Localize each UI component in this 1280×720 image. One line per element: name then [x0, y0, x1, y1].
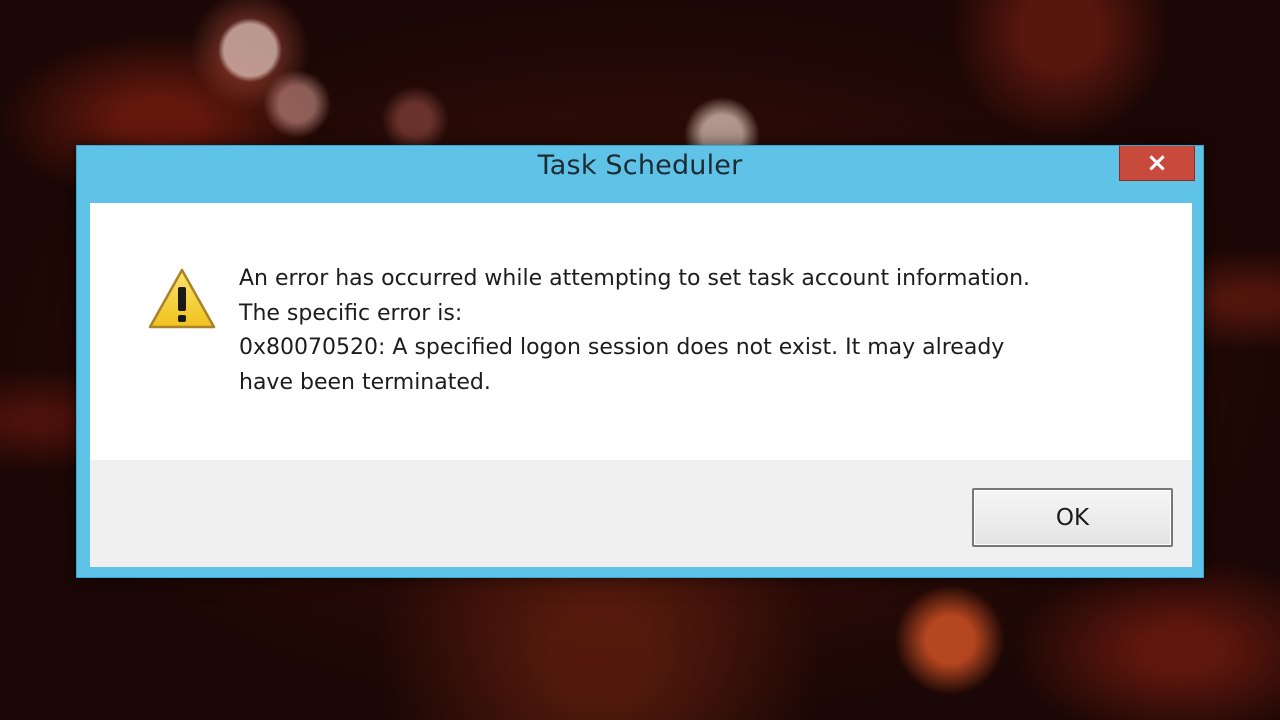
dialog-titlebar[interactable]: Task Scheduler ×: [77, 146, 1203, 202]
error-dialog: Task Scheduler × An error has occurred w…: [76, 145, 1204, 578]
dialog-client-area: An error has occurred while attempting t…: [90, 203, 1192, 567]
message-line: An error has occurred while attempting t…: [239, 266, 1031, 291]
message-line: 0x80070520: A specified logon session do…: [239, 335, 1005, 360]
dialog-title: Task Scheduler: [537, 150, 743, 181]
message-line: have been terminated.: [239, 369, 491, 395]
error-message: An error has occurred while attempting t…: [239, 262, 1159, 400]
warning-icon: [148, 268, 216, 329]
ok-button[interactable]: OK: [972, 488, 1173, 547]
dialog-footer: OK: [90, 460, 1192, 567]
dialog-content: An error has occurred while attempting t…: [90, 203, 1192, 460]
close-icon: ×: [1146, 148, 1168, 178]
message-line: The specific error is:: [239, 300, 463, 326]
close-button[interactable]: ×: [1119, 146, 1195, 181]
